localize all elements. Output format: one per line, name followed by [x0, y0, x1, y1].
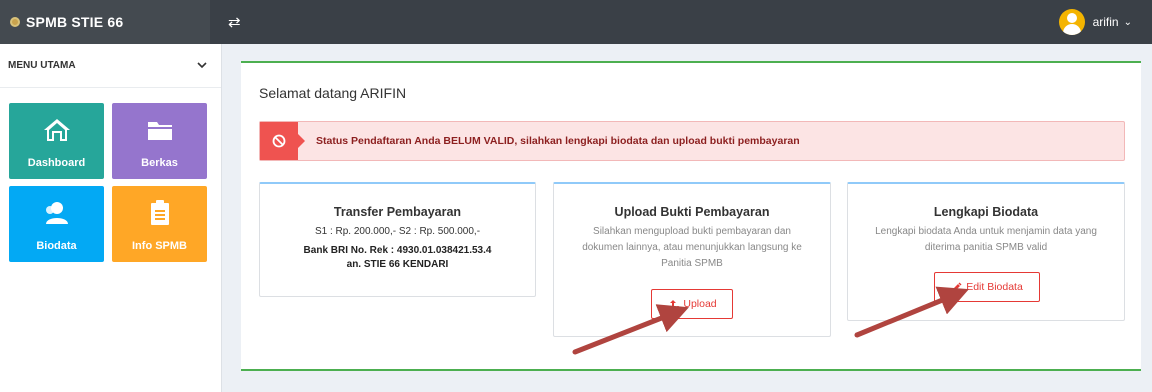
sidebar-toggle-icon[interactable]: ⇄ — [228, 13, 241, 31]
card-upload: Upload Bukti Pembayaran Silahkan mengupl… — [553, 182, 831, 337]
avatar-icon — [1058, 9, 1085, 35]
edit-biodata-button[interactable]: Edit Biodata — [934, 272, 1040, 302]
tile-label: Biodata — [36, 240, 77, 252]
card-description: Silahkan mengupload bukti pembayaran dan… — [582, 226, 802, 269]
tile-dashboard[interactable]: Dashboard — [9, 103, 104, 179]
tile-label: Dashboard — [27, 157, 86, 169]
menu-title: MENU UTAMA — [8, 60, 76, 71]
card-title: Transfer Pembayaran — [333, 205, 462, 219]
brand-title: SPMB STIE 66 — [26, 14, 124, 30]
top-header: SPMB STIE 66 ⇄ arifin ⌄ — [0, 0, 1152, 44]
upload-button-label: Upload — [683, 298, 717, 310]
topbar: ⇄ arifin ⌄ — [210, 0, 1152, 44]
card-fee-text: S1 : Rp. 200.000,- S2 : Rp. 500.000,- — [314, 226, 481, 237]
edit-biodata-button-label: Edit Biodata — [966, 281, 1023, 293]
card-title: Upload Bukti Pembayaran — [614, 205, 770, 219]
status-alert: Status Pendaftaran Anda BELUM VALID, sil… — [259, 121, 1125, 161]
user-menu[interactable]: arifin ⌄ — [1058, 9, 1132, 35]
chevron-down-icon: ⌄ — [1123, 16, 1132, 28]
welcome-text: Selamat datang ARIFIN — [259, 85, 407, 101]
user-icon — [42, 198, 72, 228]
card-account-name: an. STIE 66 KENDARI — [346, 259, 449, 270]
upload-button[interactable]: Upload — [651, 289, 733, 319]
card-title: Lengkapi Biodata — [933, 205, 1039, 219]
card-biodata: Lengkapi Biodata Lengkapi biodata Anda u… — [847, 182, 1125, 321]
chevron-down-icon — [197, 62, 207, 69]
brand-logo-icon — [10, 17, 20, 27]
alert-message: Status Pendaftaran Anda BELUM VALID, sil… — [316, 135, 800, 147]
user-name: arifin — [1092, 15, 1119, 29]
tile-label: Berkas — [141, 157, 178, 169]
card-transfer: Transfer Pembayaran S1 : Rp. 200.000,- S… — [259, 182, 536, 297]
main-panel: Selamat datang ARIFIN Status Pendaftaran… — [241, 61, 1141, 371]
edit-icon — [952, 282, 962, 292]
tile-berkas[interactable]: Berkas — [112, 103, 207, 179]
brand[interactable]: SPMB STIE 66 — [0, 0, 210, 44]
sidebar: MENU UTAMA Dashboard Berkas Biodata Info… — [0, 44, 222, 392]
tile-info-spmb[interactable]: Info SPMB — [112, 186, 207, 262]
menu-header[interactable]: MENU UTAMA — [0, 44, 221, 88]
tile-label: Info SPMB — [132, 240, 187, 252]
clipboard-icon — [148, 198, 172, 228]
card-bank-account: Bank BRI No. Rek : 4930.01.038421.53.4 — [303, 245, 492, 256]
tile-biodata[interactable]: Biodata — [9, 186, 104, 262]
folder-icon — [146, 115, 174, 145]
ban-icon — [260, 122, 305, 160]
home-icon — [42, 115, 72, 145]
card-description: Lengkapi biodata Anda untuk menjamin dat… — [875, 226, 1097, 253]
upload-icon — [667, 299, 680, 310]
